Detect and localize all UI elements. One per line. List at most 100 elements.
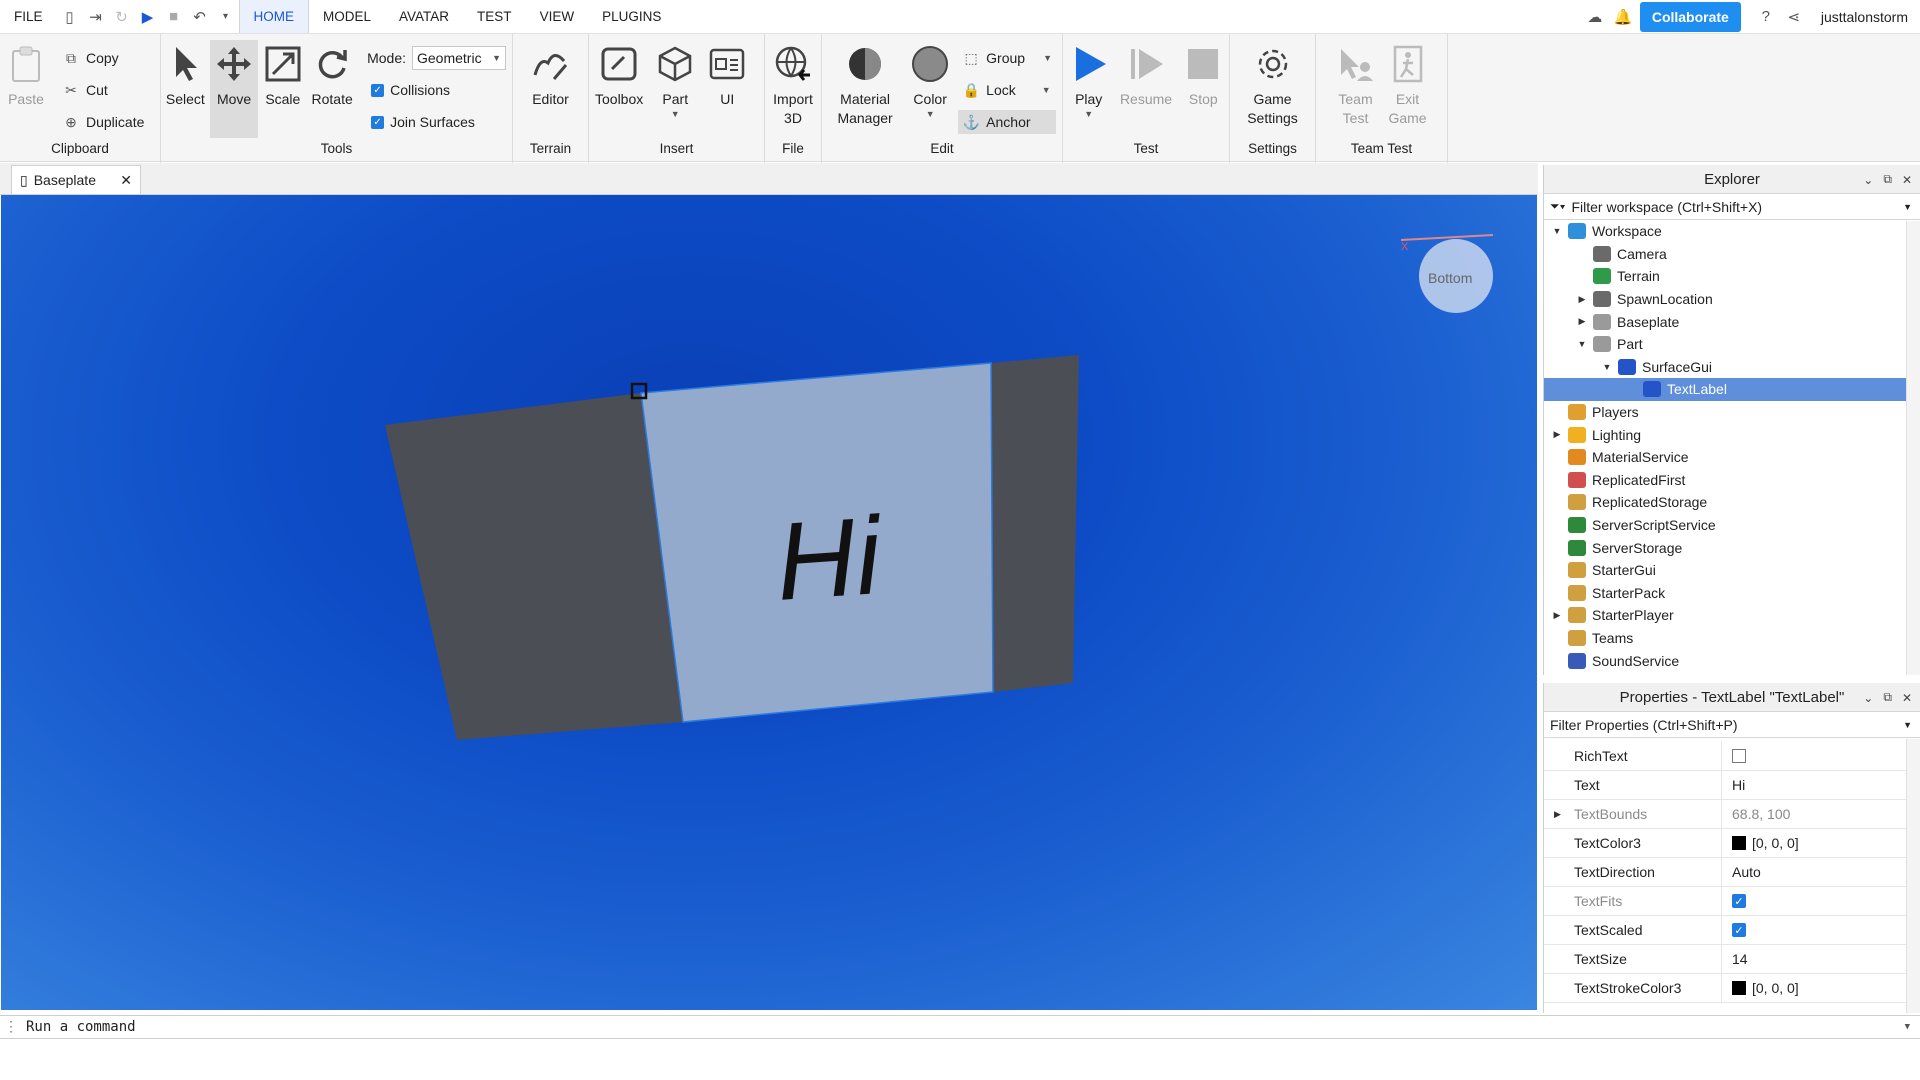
- publish-icon[interactable]: ⇥: [83, 0, 109, 33]
- ui-button[interactable]: UI: [701, 40, 753, 138]
- join-surfaces-toggle[interactable]: ✓ Join Surfaces: [367, 110, 506, 134]
- property-value[interactable]: Hi: [1722, 771, 1920, 800]
- tree-item-players[interactable]: Players: [1544, 401, 1920, 424]
- expand-arrow-closed-icon[interactable]: ▶: [1550, 610, 1564, 621]
- expand-arrow-closed-icon[interactable]: ▶: [1575, 294, 1589, 305]
- group-button[interactable]: ⬚ Group ▼: [958, 46, 1056, 70]
- tree-item-soundservice[interactable]: SoundService: [1544, 649, 1920, 672]
- expand-arrow-closed-icon[interactable]: ▶: [1575, 316, 1589, 327]
- tree-item-replicatedstorage[interactable]: ReplicatedStorage: [1544, 491, 1920, 514]
- property-checkbox[interactable]: [1732, 749, 1746, 763]
- property-row-textscaled[interactable]: TextScaled ✓: [1544, 915, 1920, 945]
- resume-button[interactable]: Resume: [1114, 40, 1177, 138]
- duplicate-button[interactable]: ⊕ Duplicate: [58, 110, 148, 134]
- collaborate-button[interactable]: Collaborate: [1639, 1, 1741, 32]
- expand-arrow-open-icon[interactable]: ▼: [1550, 226, 1564, 236]
- tree-item-replicatedfirst[interactable]: ReplicatedFirst: [1544, 469, 1920, 492]
- stop-button[interactable]: Stop: [1178, 40, 1229, 138]
- property-row-text[interactable]: Text Hi: [1544, 770, 1920, 800]
- undock-icon[interactable]: ⧉: [1883, 172, 1892, 187]
- menu-file[interactable]: FILE: [0, 0, 57, 33]
- cut-button[interactable]: ✂ Cut: [58, 78, 148, 102]
- property-value[interactable]: [0, 0, 0]: [1722, 974, 1920, 1003]
- property-row-textcolor3[interactable]: TextColor3 [0, 0, 0]: [1544, 828, 1920, 858]
- property-row-textfits[interactable]: TextFits ✓: [1544, 886, 1920, 916]
- property-row-textbounds[interactable]: ▶ TextBounds 68.8, 100: [1544, 799, 1920, 829]
- properties-filter[interactable]: Filter Properties (Ctrl+Shift+P) ▼: [1544, 712, 1920, 738]
- expand-arrow-closed-icon[interactable]: ▶: [1550, 429, 1564, 440]
- tree-item-serverscriptservice[interactable]: ServerScriptService: [1544, 514, 1920, 537]
- 3d-viewport[interactable]: Hi X Bottom: [1, 195, 1537, 1010]
- notifications-bell-icon[interactable]: 🔔: [1612, 6, 1634, 28]
- tree-item-camera[interactable]: Camera: [1544, 243, 1920, 266]
- menu-plugins[interactable]: PLUGINS: [588, 0, 675, 33]
- tree-item-serverstorage[interactable]: ServerStorage: [1544, 536, 1920, 559]
- part-left-face[interactable]: [385, 393, 683, 740]
- property-value[interactable]: [1722, 742, 1920, 771]
- property-row-textdirection[interactable]: TextDirection Auto: [1544, 857, 1920, 887]
- tree-item-baseplate[interactable]: ▶ Baseplate: [1544, 310, 1920, 333]
- property-value[interactable]: 14: [1722, 945, 1920, 974]
- tree-item-spawnlocation[interactable]: ▶ SpawnLocation: [1544, 288, 1920, 311]
- play-button[interactable]: Play ▼: [1063, 40, 1114, 138]
- tree-item-materialservice[interactable]: MaterialService: [1544, 446, 1920, 469]
- property-checkbox[interactable]: ✓: [1732, 894, 1746, 908]
- cloud-icon[interactable]: ☁: [1584, 6, 1606, 28]
- tree-item-starterpack[interactable]: StarterPack: [1544, 582, 1920, 605]
- explorer-scrollbar[interactable]: [1906, 221, 1920, 675]
- tree-item-part[interactable]: ▼ Part: [1544, 333, 1920, 356]
- close-tab-icon[interactable]: ✕: [120, 172, 132, 189]
- menu-avatar[interactable]: AVATAR: [385, 0, 463, 33]
- color-swatch[interactable]: [1732, 981, 1746, 995]
- join-surfaces-checkbox[interactable]: ✓: [371, 115, 385, 129]
- property-row-textstrokecolor3[interactable]: TextStrokeColor3 [0, 0, 0]: [1544, 973, 1920, 1003]
- close-icon[interactable]: ✕: [1902, 173, 1912, 187]
- filter-dropdown-icon[interactable]: ▼: [1903, 202, 1912, 212]
- stop-icon[interactable]: ■: [161, 0, 187, 33]
- property-value[interactable]: Auto: [1722, 858, 1920, 887]
- property-value[interactable]: 68.8, 100: [1722, 800, 1920, 829]
- part-button[interactable]: Part ▼: [649, 40, 701, 138]
- property-value[interactable]: [0, 0, 0]: [1722, 829, 1920, 858]
- document-tab-baseplate[interactable]: ▯ Baseplate ✕: [11, 165, 141, 194]
- property-value[interactable]: ✓: [1722, 916, 1920, 945]
- select-tool-button[interactable]: Select: [161, 40, 210, 138]
- tree-item-starterplayer[interactable]: ▶ StarterPlayer: [1544, 604, 1920, 627]
- property-checkbox[interactable]: ✓: [1732, 923, 1746, 937]
- filter-funnel-icon[interactable]: ⏷▾: [1550, 199, 1565, 214]
- copy-button[interactable]: ⧉ Copy: [58, 46, 148, 70]
- color-swatch[interactable]: [1732, 836, 1746, 850]
- properties-filter-input[interactable]: Filter Properties (Ctrl+Shift+P): [1550, 717, 1738, 733]
- chevron-down-icon[interactable]: ⌄: [1863, 691, 1873, 705]
- anchor-button[interactable]: ⚓ Anchor: [958, 110, 1056, 134]
- properties-scrollbar[interactable]: [1906, 739, 1920, 1013]
- tree-item-lighting[interactable]: ▶ Lighting: [1544, 423, 1920, 446]
- play-icon[interactable]: ▶: [135, 0, 161, 33]
- team-test-button[interactable]: Team Test: [1330, 40, 1382, 138]
- part-right-face[interactable]: [991, 355, 1079, 692]
- menu-model[interactable]: MODEL: [309, 0, 385, 33]
- property-row-textsize[interactable]: TextSize 14: [1544, 944, 1920, 974]
- tree-item-workspace[interactable]: ▼ Workspace: [1544, 220, 1920, 243]
- new-file-icon[interactable]: ▯: [57, 0, 83, 33]
- group-dropdown-icon[interactable]: ▼: [1043, 53, 1052, 63]
- terrain-editor-button[interactable]: Editor: [525, 40, 577, 138]
- expand-arrow-open-icon[interactable]: ▼: [1600, 362, 1614, 372]
- lock-button[interactable]: 🔒 Lock ▼: [958, 78, 1056, 102]
- filter-dropdown-icon[interactable]: ▼: [1903, 720, 1912, 730]
- command-dropdown-icon[interactable]: ▼: [1905, 1022, 1920, 1032]
- color-button[interactable]: Color ▼: [908, 40, 952, 138]
- explorer-filter[interactable]: ⏷▾ Filter workspace (Ctrl+Shift+X) ▼: [1544, 194, 1920, 220]
- quick-access-dropdown-icon[interactable]: ▾: [213, 0, 239, 33]
- tree-item-textlabel[interactable]: TextLabel: [1544, 378, 1906, 401]
- menu-view[interactable]: VIEW: [526, 0, 589, 33]
- expand-arrow-open-icon[interactable]: ▼: [1575, 339, 1589, 349]
- game-settings-button[interactable]: Game Settings: [1237, 40, 1309, 138]
- mode-dropdown[interactable]: Geometric ▼: [412, 46, 506, 70]
- command-input[interactable]: [18, 1016, 1905, 1038]
- lock-dropdown-icon[interactable]: ▼: [1042, 85, 1051, 95]
- view-cube[interactable]: X Bottom: [1400, 234, 1494, 313]
- property-value[interactable]: ✓: [1722, 887, 1920, 916]
- menu-home[interactable]: HOME: [238, 0, 310, 33]
- tree-item-startergui[interactable]: StarterGui: [1544, 559, 1920, 582]
